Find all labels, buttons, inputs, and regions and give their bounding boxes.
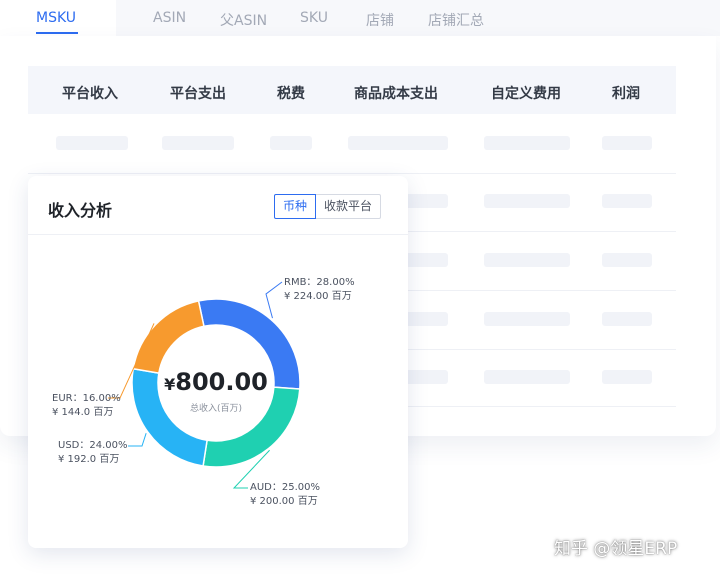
table-header: 平台收入 平台支出 税费 商品成本支出 自定义费用 利润 xyxy=(28,66,676,114)
tab-store[interactable]: 店铺 xyxy=(366,10,394,30)
column-header-custom-fee[interactable]: 自定义费用 xyxy=(491,83,561,103)
column-header-profit[interactable]: 利润 xyxy=(612,83,640,103)
legend-label-aud: AUD：25.00% ¥ 200.00 百万 xyxy=(250,481,320,509)
active-tab-indicator xyxy=(36,32,78,34)
tab-parent-asin[interactable]: 父ASIN xyxy=(220,10,267,30)
tab-sku[interactable]: SKU xyxy=(300,10,328,26)
tab-asin[interactable]: ASIN xyxy=(153,10,186,26)
leader-line-usd xyxy=(128,433,147,447)
total-income-value: 800.00 xyxy=(175,368,268,396)
skeleton-cell xyxy=(162,136,234,150)
tab-store-summary[interactable]: 店铺汇总 xyxy=(428,10,484,30)
legend-label-usd: USD：24.00% ¥ 192.0 百万 xyxy=(58,439,128,467)
income-analysis-card: 收入分析 币种 收款平台 ¥800.00 总收入(百万) RMB：28.00% … xyxy=(28,176,408,548)
legend-percent-usd: USD：24.00% xyxy=(58,440,128,451)
skeleton-cell xyxy=(348,136,448,150)
legend-percent-aud: AUD：25.00% xyxy=(250,482,320,493)
watermark: 知乎 @领星ERP xyxy=(554,539,678,559)
skeleton-cell xyxy=(56,136,128,150)
row-divider xyxy=(28,173,676,174)
column-header-product-cost[interactable]: 商品成本支出 xyxy=(354,83,438,103)
column-header-platform-income[interactable]: 平台收入 xyxy=(62,83,118,103)
total-income-caption: 总收入(百万) xyxy=(189,404,243,414)
legend-percent-eur: EUR：16.00% xyxy=(52,393,121,404)
tab-bar: MSKU ASIN 父ASIN SKU 店铺 店铺汇总 xyxy=(0,0,720,36)
currency-symbol: ¥ xyxy=(164,375,176,394)
donut-segment-aud[interactable] xyxy=(202,386,301,468)
skeleton-cell xyxy=(484,253,570,267)
skeleton-cell xyxy=(602,370,652,384)
skeleton-cell xyxy=(484,312,570,326)
legend-value-aud: ¥ 200.00 百万 xyxy=(250,496,318,507)
total-income-amount: ¥800.00 xyxy=(156,368,276,396)
toggle-currency-button[interactable]: 币种 xyxy=(274,194,317,219)
skeleton-cell xyxy=(602,136,652,150)
skeleton-cell xyxy=(270,136,312,150)
legend-percent-rmb: RMB：28.00% xyxy=(284,277,355,288)
legend-value-rmb: ¥ 224.00 百万 xyxy=(284,291,352,302)
skeleton-cell xyxy=(602,312,652,326)
tab-msku[interactable]: MSKU xyxy=(36,10,76,26)
legend-value-eur: ¥ 144.0 百万 xyxy=(52,407,114,418)
leader-line-rmb xyxy=(265,281,283,319)
skeleton-cell xyxy=(602,253,652,267)
legend-label-eur: EUR：16.00% ¥ 144.0 百万 xyxy=(52,392,121,420)
income-donut-chart xyxy=(108,281,301,489)
column-header-platform-expense[interactable]: 平台支出 xyxy=(170,83,226,103)
skeleton-cell xyxy=(484,370,570,384)
skeleton-cell xyxy=(484,194,570,208)
skeleton-cell xyxy=(602,194,652,208)
donut-segment-eur[interactable] xyxy=(132,299,205,375)
legend-value-usd: ¥ 192.0 百万 xyxy=(58,454,120,465)
column-header-tax[interactable]: 税费 xyxy=(277,83,305,103)
legend-label-rmb: RMB：28.00% ¥ 224.00 百万 xyxy=(284,276,355,304)
skeleton-cell xyxy=(484,136,570,150)
